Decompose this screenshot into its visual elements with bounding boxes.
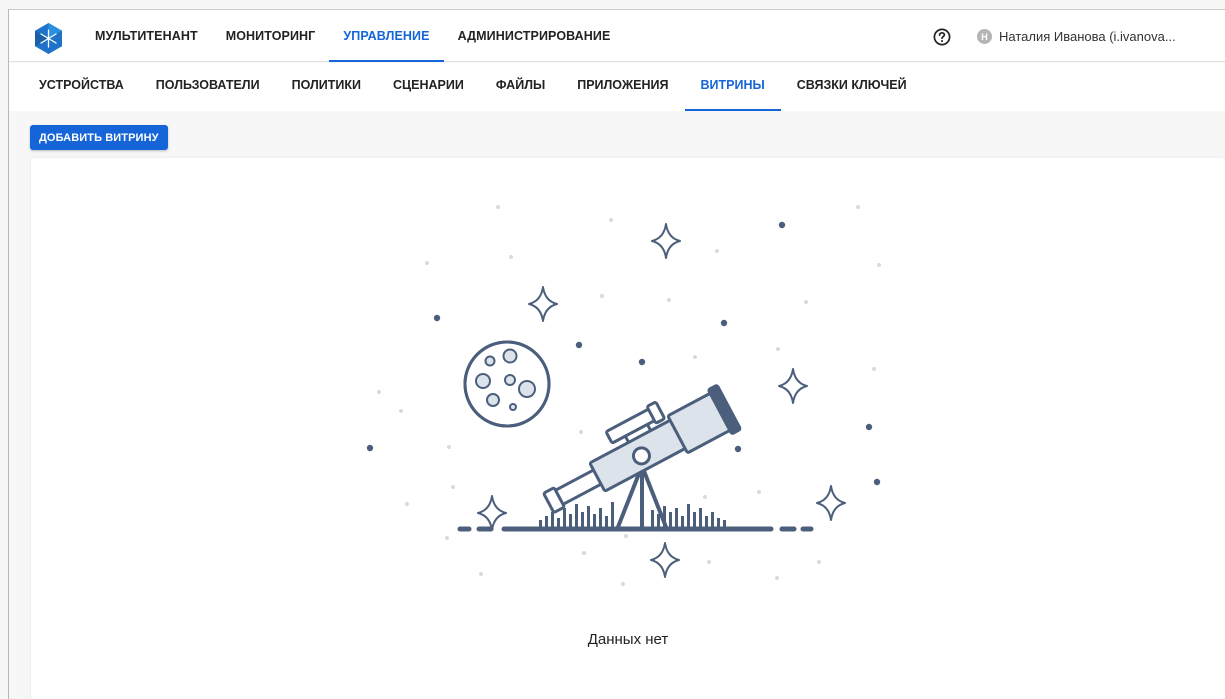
nav-monitoring[interactable]: МОНИТОРИНГ xyxy=(212,10,330,62)
user-name[interactable]: Наталия Иванова (i.ivanova... xyxy=(999,29,1225,44)
main-nav: МУЛЬТИТЕНАНТ МОНИТОРИНГ УПРАВЛЕНИЕ АДМИН… xyxy=(81,10,624,62)
tab-devices[interactable]: УСТРОЙСТВА xyxy=(23,63,140,111)
nav-administration[interactable]: АДМИНИСТРИРОВАНИЕ xyxy=(444,10,625,62)
tab-users[interactable]: ПОЛЬЗОВАТЕЛИ xyxy=(140,63,276,111)
sub-nav: УСТРОЙСТВА ПОЛЬЗОВАТЕЛИ ПОЛИТИКИ СЦЕНАРИ… xyxy=(9,63,1225,111)
app-window: МУЛЬТИТЕНАНТ МОНИТОРИНГ УПРАВЛЕНИЕ АДМИН… xyxy=(8,9,1225,699)
empty-state-card: Данных нет xyxy=(31,158,1225,699)
tab-files[interactable]: ФАЙЛЫ xyxy=(480,63,561,111)
question-circle-icon[interactable] xyxy=(933,28,951,46)
telescope-illustration xyxy=(366,205,881,586)
tab-scenarios[interactable]: СЦЕНАРИИ xyxy=(377,63,480,111)
tab-showcases[interactable]: ВИТРИНЫ xyxy=(684,63,781,111)
app-logo[interactable] xyxy=(35,23,62,54)
empty-state-text: Данных нет xyxy=(587,631,669,648)
top-bar: МУЛЬТИТЕНАНТ МОНИТОРИНГ УПРАВЛЕНИЕ АДМИН… xyxy=(9,10,1225,62)
nav-management[interactable]: УПРАВЛЕНИЕ xyxy=(329,10,444,62)
add-showcase-button[interactable]: ДОБАВИТЬ ВИТРИНУ xyxy=(30,125,168,150)
tab-keychains[interactable]: СВЯЗКИ КЛЮЧЕЙ xyxy=(781,63,923,111)
nav-multitenant[interactable]: МУЛЬТИТЕНАНТ xyxy=(81,10,212,62)
tab-policies[interactable]: ПОЛИТИКИ xyxy=(276,63,377,111)
avatar[interactable]: Н xyxy=(977,29,992,44)
tab-applications[interactable]: ПРИЛОЖЕНИЯ xyxy=(561,63,684,111)
